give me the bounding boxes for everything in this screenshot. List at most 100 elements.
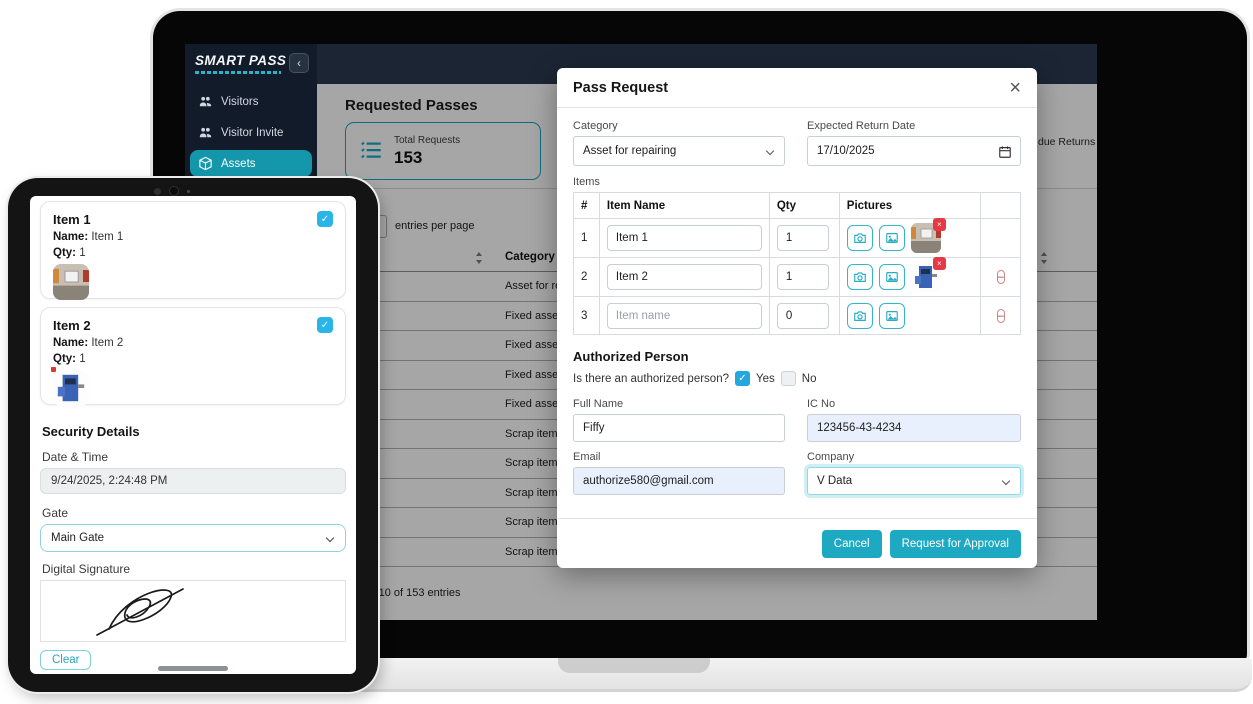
item-photo[interactable]: [53, 370, 89, 406]
category-select[interactable]: Asset for repairing: [573, 136, 785, 166]
category-value: Asset for repairing: [583, 145, 676, 157]
sidebar-item-visitors[interactable]: Visitors: [190, 88, 312, 115]
row-number: 3: [574, 297, 600, 335]
item-card-2[interactable]: Item 2 ✓ Name: Item 2 Qty: 1: [40, 307, 346, 405]
item-name-input[interactable]: [607, 303, 762, 329]
modal-header: Pass Request ×: [557, 68, 1037, 108]
full-name-label: Full Name: [573, 398, 785, 410]
datetime-value: 9/24/2025, 2:24:48 PM: [51, 475, 167, 487]
full-name-value: Fiffy: [583, 422, 605, 434]
calendar-icon[interactable]: [998, 145, 1012, 159]
email-value: authorize580@gmail.com: [583, 475, 714, 487]
item-checkbox[interactable]: ✓: [317, 317, 333, 333]
signature-canvas[interactable]: [40, 580, 346, 642]
logo: SMART PASS: [195, 53, 286, 74]
camera-button[interactable]: [847, 303, 873, 329]
tablet-camera: [154, 186, 190, 196]
signature-stroke: [91, 581, 201, 641]
email-label: Email: [573, 451, 785, 463]
item-row-3: 3 –: [574, 297, 1021, 335]
laptop-lid-notch: [558, 658, 710, 673]
sidebar-item-label: Visitor Invite: [221, 127, 283, 139]
item-photo[interactable]: [53, 264, 89, 300]
row-number: 2: [574, 258, 600, 297]
chevron-down-icon: [766, 147, 774, 155]
ic-no-value: 123456-43-4234: [817, 422, 901, 434]
return-date-input[interactable]: 17/10/2025: [807, 136, 1021, 166]
sidebar-collapse-button[interactable]: ‹: [289, 53, 309, 73]
name-label: Name:: [53, 337, 88, 349]
visitors-icon: [198, 94, 213, 109]
close-icon[interactable]: ×: [1009, 78, 1021, 98]
company-label: Company: [807, 451, 1021, 463]
request-approval-button[interactable]: Request for Approval: [890, 530, 1021, 558]
visitor-invite-icon: [198, 125, 213, 140]
row-number: 1: [574, 219, 600, 258]
authorized-question: Is there an authorized person?: [573, 373, 729, 385]
photo-badge: [51, 367, 56, 372]
item-row-1: 1 ×: [574, 219, 1021, 258]
remove-row-button[interactable]: –: [997, 270, 1005, 284]
qty-input[interactable]: [777, 225, 829, 251]
no-checkbox[interactable]: [781, 371, 796, 386]
cancel-button[interactable]: Cancel: [822, 530, 882, 558]
item-card-title: Item 1: [53, 212, 91, 227]
remove-photo-icon[interactable]: ×: [933, 257, 946, 270]
camera-button[interactable]: [847, 264, 873, 290]
return-date-value: 17/10/2025: [817, 145, 875, 157]
email-input[interactable]: authorize580@gmail.com: [573, 467, 785, 495]
ic-no-input[interactable]: 123456-43-4234: [807, 414, 1021, 442]
name-value: Item 2: [91, 337, 123, 349]
yes-checkbox[interactable]: ✓: [735, 371, 750, 386]
remove-row-button[interactable]: –: [997, 309, 1005, 323]
qty-label: Qty:: [53, 353, 76, 365]
tablet-device: Item 1 ✓ Name: Item 1 Qty: 1 Item 2 ✓ Na…: [8, 178, 378, 692]
actions-header: [981, 193, 1021, 219]
gallery-button[interactable]: [879, 264, 905, 290]
logo-text: SMART PASS: [195, 53, 286, 68]
qty-label: Qty:: [53, 247, 76, 259]
full-name-input[interactable]: Fiffy: [573, 414, 785, 442]
qty-input[interactable]: [777, 303, 829, 329]
gate-select[interactable]: Main Gate: [40, 524, 346, 552]
item-card-1[interactable]: Item 1 ✓ Name: Item 1 Qty: 1: [40, 201, 346, 299]
item-row-2: 2 ×: [574, 258, 1021, 297]
company-select[interactable]: V Data: [807, 467, 1021, 495]
item-checkbox[interactable]: ✓: [317, 211, 333, 227]
item-card-title: Item 2: [53, 318, 91, 333]
num-header: #: [574, 193, 600, 219]
qty-input[interactable]: [777, 264, 829, 290]
qty-value: 1: [79, 353, 85, 365]
pass-request-modal: Pass Request × Category Asset for repair…: [557, 68, 1037, 568]
gallery-button[interactable]: [879, 303, 905, 329]
datetime-label: Date & Time: [42, 450, 108, 464]
chevron-down-icon: [326, 534, 334, 542]
items-label: Items: [573, 176, 1021, 188]
sidebar-item-visitor-invite[interactable]: Visitor Invite: [190, 119, 312, 146]
signature-label: Digital Signature: [42, 562, 130, 576]
pictures-header: Pictures: [839, 193, 980, 219]
logo-tagline: [195, 71, 281, 74]
sidebar-item-assets[interactable]: Assets: [190, 150, 312, 177]
item-name-input[interactable]: [607, 225, 762, 251]
remove-photo-icon[interactable]: ×: [933, 218, 946, 231]
yes-label: Yes: [756, 373, 775, 385]
modal-title: Pass Request: [573, 80, 668, 96]
gate-label: Gate: [42, 506, 68, 520]
chevron-down-icon: [1002, 477, 1010, 485]
clear-signature-button[interactable]: Clear: [40, 650, 91, 670]
item-name-input[interactable]: [607, 264, 762, 290]
ic-no-label: IC No: [807, 398, 1021, 410]
gallery-button[interactable]: [879, 225, 905, 251]
gate-value: Main Gate: [51, 532, 104, 544]
datetime-input[interactable]: 9/24/2025, 2:24:48 PM: [40, 468, 346, 494]
assets-cube-icon: [198, 156, 213, 171]
sidebar-item-label: Visitors: [221, 96, 259, 108]
tablet-screen: Item 1 ✓ Name: Item 1 Qty: 1 Item 2 ✓ Na…: [30, 196, 356, 674]
authorized-person-heading: Authorized Person: [573, 349, 1021, 364]
camera-button[interactable]: [847, 225, 873, 251]
home-indicator[interactable]: [158, 666, 228, 671]
item-photo-thumbnail[interactable]: ×: [911, 262, 941, 292]
return-date-label: Expected Return Date: [807, 120, 1021, 132]
item-photo-thumbnail[interactable]: ×: [911, 223, 941, 253]
